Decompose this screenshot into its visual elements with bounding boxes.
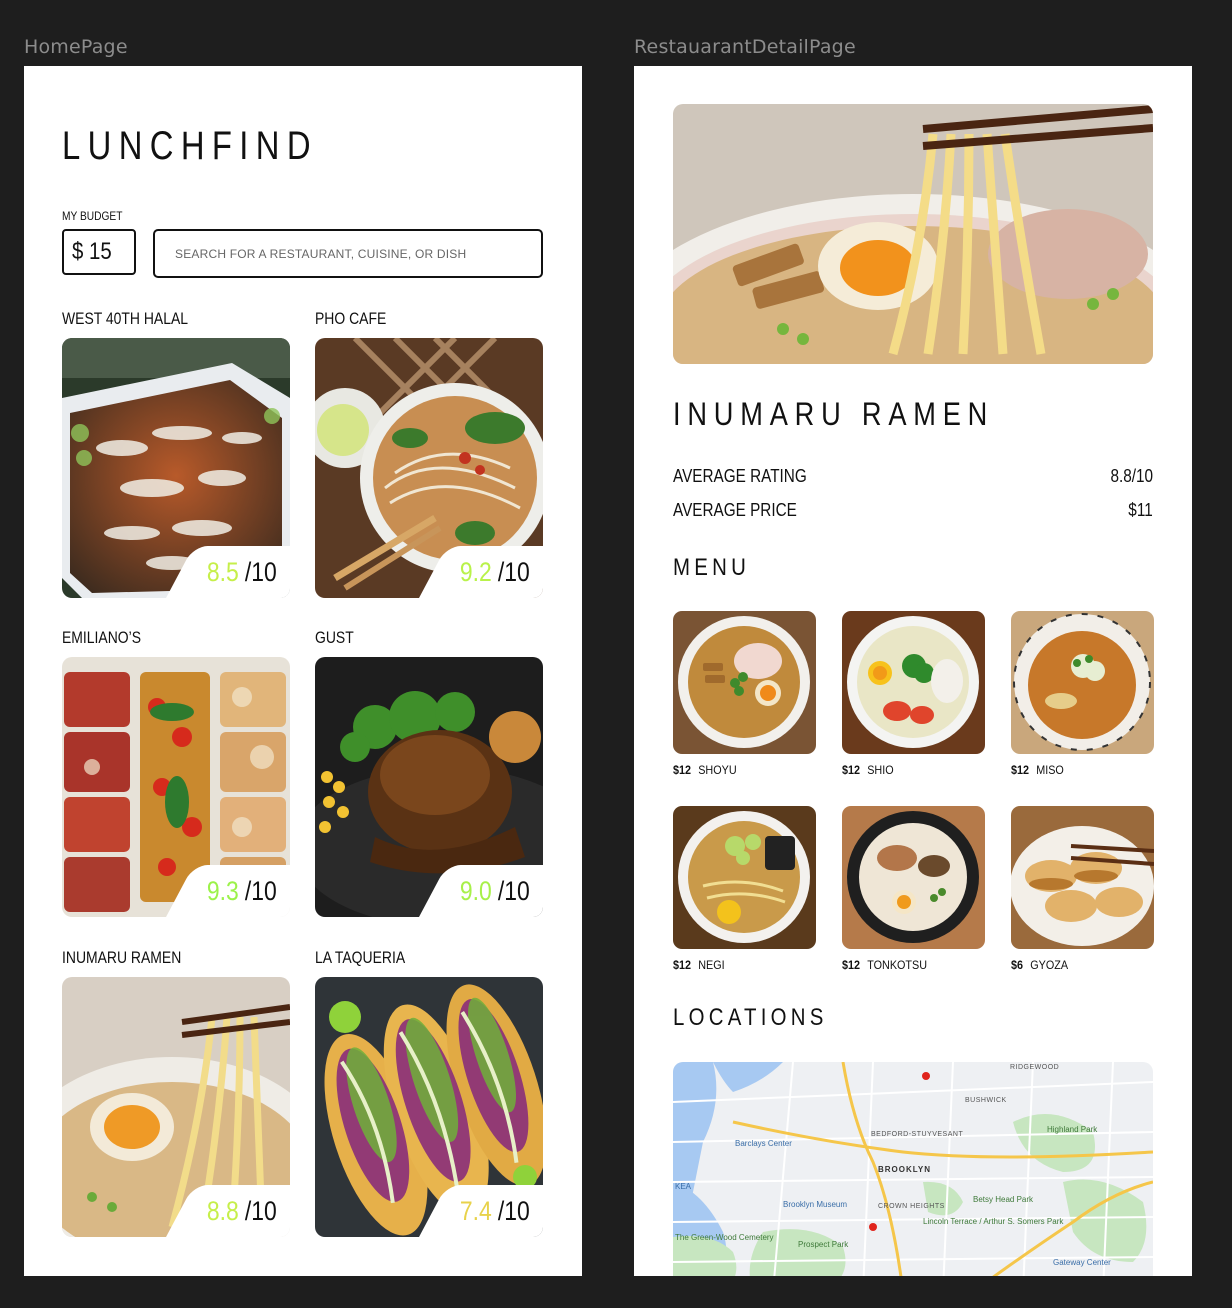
map-label-prospect: Prospect Park xyxy=(798,1240,849,1249)
menu-item-price: $12 xyxy=(673,763,692,777)
menu-item[interactable]: $12 SHIO xyxy=(842,611,985,777)
map-label-museum: Brooklyn Museum xyxy=(783,1200,847,1209)
restaurant-photo: 8.5/10 xyxy=(62,338,290,598)
restaurant-card[interactable]: LA TAQUERIA 7.4/10 xyxy=(315,948,543,1237)
map-label-highland: Highland Park xyxy=(1047,1125,1098,1134)
map-label-barclays: Barclays Center xyxy=(735,1139,792,1148)
restaurant-name: LA TAQUERIA xyxy=(315,948,406,967)
menu-item-photo xyxy=(673,611,816,754)
map-label-greenwood: The Green-Wood Cemetery xyxy=(675,1233,774,1242)
menu-item-name: SHIO xyxy=(867,763,894,777)
menu-item[interactable]: $12 SHOYU xyxy=(673,611,816,777)
stat-row-price: AVERAGE PRICE $11 xyxy=(673,500,1153,524)
menu-item[interactable]: $12 MISO xyxy=(1011,611,1154,777)
budget-label: MY BUDGET xyxy=(62,209,123,223)
homepage-frame-label: HomePage xyxy=(24,36,128,58)
stat-label: AVERAGE RATING xyxy=(673,466,807,486)
map-label-betsy: Betsy Head Park xyxy=(973,1195,1034,1204)
restaurant-title: INUMARU RAMEN xyxy=(673,396,995,432)
menu-item-photo xyxy=(842,611,985,754)
menu-item-price: $12 xyxy=(1011,763,1030,777)
restaurant-photo: 9.2/10 xyxy=(315,338,543,598)
menu-item[interactable]: $12 TONKOTSU xyxy=(842,806,985,972)
menu-item-name: SHOYU xyxy=(698,763,737,777)
menu-item-name: TONKOTSU xyxy=(867,958,928,972)
stat-row-rating: AVERAGE RATING 8.8/10 xyxy=(673,466,1153,490)
map-label-brooklyn: BROOKLYN xyxy=(878,1165,931,1174)
map-label-crown-heights: CROWN HEIGHTS xyxy=(878,1203,945,1210)
menu-item-photo xyxy=(1011,611,1154,754)
menu-item-name: MISO xyxy=(1036,763,1064,777)
restaurant-card[interactable]: PHO CAFE 9.2/10 xyxy=(315,309,543,598)
restaurant-card[interactable]: WEST 40TH HALAL 8.5/10 xyxy=(62,309,290,598)
map-label-ridgewood: RIDGEWOOD xyxy=(1010,1064,1059,1071)
map-label-gateway: Gateway Center xyxy=(1053,1258,1111,1267)
score-badge: 9.2/10 xyxy=(447,546,543,598)
locations-map[interactable]: RIDGEWOOD BUSHWICK BEDFORD-STUYVESANT CR… xyxy=(673,1062,1153,1276)
budget-value: $ 15 xyxy=(72,238,112,265)
search-field[interactable] xyxy=(153,229,561,278)
map-label-ikea: KEA xyxy=(675,1182,692,1191)
score-badge: 8.8/10 xyxy=(194,1185,290,1237)
stat-value: 8.8/10 xyxy=(1110,466,1153,486)
score-badge: 9.3/10 xyxy=(194,865,290,917)
detail-frame: INUMARU RAMEN AVERAGE RATING 8.8/10 AVER… xyxy=(634,66,1192,1276)
search-input[interactable] xyxy=(155,231,561,276)
restaurant-card[interactable]: EMILIANO’S 9.3/10 xyxy=(62,628,290,917)
menu-item-price: $12 xyxy=(842,763,861,777)
budget-field[interactable]: $ 15 xyxy=(62,229,136,275)
restaurant-photo: 8.8/10 xyxy=(62,977,290,1237)
menu-item-price: $12 xyxy=(842,958,861,972)
restaurant-photo: 7.4/10 xyxy=(315,977,543,1237)
map-label-bushwick: BUSHWICK xyxy=(965,1097,1007,1104)
app-title: LUNCHFIND xyxy=(62,124,318,168)
map-label-bedstuy: BEDFORD-STUYVESANT xyxy=(871,1131,963,1138)
menu-item-price: $12 xyxy=(673,958,692,972)
menu-item-name: NEGI xyxy=(698,958,725,972)
homepage-frame: LUNCHFIND MY BUDGET $ 15 WEST 40TH HALAL xyxy=(24,66,582,1276)
menu-item-photo xyxy=(1011,806,1154,949)
menu-item[interactable]: $6 GYOZA xyxy=(1011,806,1154,972)
stat-value: $11 xyxy=(1128,500,1153,520)
menu-section-title: MENU xyxy=(673,554,751,581)
detail-frame-label: RestauarantDetailPage xyxy=(634,36,856,58)
restaurant-name: WEST 40TH HALAL xyxy=(62,309,189,328)
menu-item-price: $6 xyxy=(1011,958,1024,972)
restaurant-photo: 9.0/10 xyxy=(315,657,543,917)
hero-photo xyxy=(673,104,1153,364)
restaurant-card[interactable]: INUMARU RAMEN 8.8/10 xyxy=(62,948,290,1237)
menu-item-photo xyxy=(673,806,816,949)
restaurant-name: INUMARU RAMEN xyxy=(62,948,182,967)
restaurant-card[interactable]: GUST 9.0/10 xyxy=(315,628,543,917)
score-badge: 7.4/10 xyxy=(447,1185,543,1237)
restaurant-name: GUST xyxy=(315,628,354,647)
menu-item-photo xyxy=(842,806,985,949)
restaurant-photo: 9.3/10 xyxy=(62,657,290,917)
restaurant-name: PHO CAFE xyxy=(315,309,387,328)
menu-item[interactable]: $12 NEGI xyxy=(673,806,816,972)
restaurant-name: EMILIANO’S xyxy=(62,628,142,647)
stat-label: AVERAGE PRICE xyxy=(673,500,797,520)
locations-section-title: LOCATIONS xyxy=(673,1004,828,1031)
score-badge: 9.0/10 xyxy=(447,865,543,917)
score-badge: 8.5/10 xyxy=(194,546,290,598)
menu-item-name: GYOZA xyxy=(1030,958,1069,972)
map-label-lincoln: Lincoln Terrace / Arthur S. Somers Park xyxy=(923,1217,1064,1226)
